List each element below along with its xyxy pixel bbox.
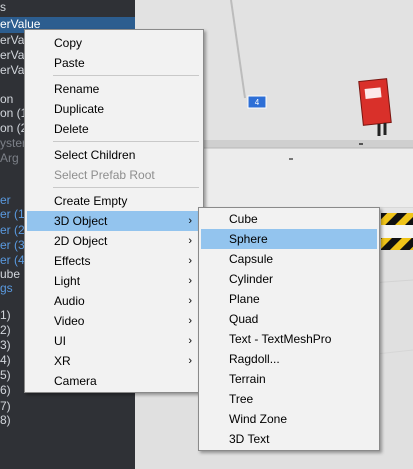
submenu-item-sphere[interactable]: Sphere bbox=[201, 229, 377, 249]
submenu-item-label: Cylinder bbox=[229, 272, 274, 286]
menu-item-label: Audio bbox=[54, 294, 85, 308]
hierarchy-item[interactable]: 8) bbox=[0, 413, 135, 428]
submenu-item-text-textmeshpro[interactable]: Text - TextMeshPro bbox=[201, 329, 377, 349]
menu-item-label: Effects bbox=[54, 254, 91, 268]
menu-item-duplicate[interactable]: Duplicate bbox=[27, 99, 201, 119]
menu-separator bbox=[53, 141, 199, 142]
hierarchy-item[interactable]: 7) bbox=[0, 399, 135, 414]
menu-item-label: Create Empty bbox=[54, 194, 128, 208]
marker-sign-label: 4 bbox=[255, 98, 260, 107]
submenu-item-label: Quad bbox=[229, 312, 259, 326]
menu-item-paste[interactable]: Paste bbox=[27, 53, 201, 73]
3d-object-submenu: Cube Sphere Capsule Cylinder Plane Quad Text -… bbox=[198, 207, 380, 451]
menu-item-label: 2D Object bbox=[54, 234, 108, 248]
submenu-item-label: Cube bbox=[229, 212, 258, 226]
submenu-item-label: Tree bbox=[229, 392, 254, 406]
submenu-item-label: Ragdoll... bbox=[229, 352, 280, 366]
menu-item-label: Rename bbox=[54, 82, 100, 96]
menu-item-label: Light bbox=[54, 274, 81, 288]
chevron-right-icon: › bbox=[188, 235, 192, 247]
menu-item-xr[interactable]: XR › bbox=[27, 351, 201, 371]
submenu-item-label: Sphere bbox=[229, 232, 268, 246]
menu-item-video[interactable]: Video › bbox=[27, 311, 201, 331]
menu-item-label: 3D Object bbox=[54, 214, 108, 228]
submenu-item-tree[interactable]: Tree bbox=[201, 389, 377, 409]
submenu-item-terrain[interactable]: Terrain bbox=[201, 369, 377, 389]
menu-item-2d-object[interactable]: 2D Object › bbox=[27, 231, 201, 251]
chevron-right-icon: › bbox=[188, 255, 192, 267]
submenu-item-3d-text[interactable]: 3D Text bbox=[201, 429, 377, 449]
submenu-item-label: Plane bbox=[229, 292, 260, 306]
menu-item-label: Video bbox=[54, 314, 85, 328]
menu-item-label: Delete bbox=[54, 122, 89, 136]
context-menu: Copy Paste Rename Duplicate Delete Select Chi… bbox=[24, 29, 204, 393]
menu-item-ui[interactable]: UI › bbox=[27, 331, 201, 351]
submenu-item-cylinder[interactable]: Cylinder bbox=[201, 269, 377, 289]
menu-item-rename[interactable]: Rename bbox=[27, 79, 201, 99]
menu-item-light[interactable]: Light › bbox=[27, 271, 201, 291]
submenu-item-label: Wind Zone bbox=[229, 412, 288, 426]
submenu-item-label: 3D Text bbox=[229, 432, 270, 446]
chevron-right-icon: › bbox=[188, 355, 192, 367]
menu-separator bbox=[53, 75, 199, 76]
menu-item-delete[interactable]: Delete bbox=[27, 119, 201, 139]
menu-separator bbox=[53, 187, 199, 188]
submenu-item-capsule[interactable]: Capsule bbox=[201, 249, 377, 269]
menu-item-camera[interactable]: Camera bbox=[27, 371, 201, 391]
menu-item-label: Duplicate bbox=[54, 102, 105, 116]
submenu-item-quad[interactable]: Quad bbox=[201, 309, 377, 329]
submenu-item-wind-zone[interactable]: Wind Zone bbox=[201, 409, 377, 429]
submenu-item-cube[interactable]: Cube bbox=[201, 209, 377, 229]
chevron-right-icon: › bbox=[188, 335, 192, 347]
chevron-right-icon: › bbox=[188, 215, 192, 227]
menu-item-audio[interactable]: Audio › bbox=[27, 291, 201, 311]
chevron-right-icon: › bbox=[188, 275, 192, 287]
menu-item-copy[interactable]: Copy bbox=[27, 33, 201, 53]
submenu-item-label: Terrain bbox=[229, 372, 266, 386]
menu-item-create-empty[interactable]: Create Empty bbox=[27, 191, 201, 211]
submenu-item-label: Capsule bbox=[229, 252, 274, 266]
menu-item-label: Camera bbox=[54, 374, 97, 388]
chevron-right-icon: › bbox=[188, 295, 192, 307]
menu-item-label: Select Prefab Root bbox=[54, 168, 155, 182]
menu-item-label: Copy bbox=[54, 36, 83, 50]
menu-item-select-prefab-root[interactable]: Select Prefab Root bbox=[27, 165, 201, 185]
menu-item-select-children[interactable]: Select Children bbox=[27, 145, 201, 165]
hierarchy-item[interactable]: s bbox=[0, 0, 135, 15]
menu-item-3d-object[interactable]: 3D Object › bbox=[27, 211, 201, 231]
submenu-item-plane[interactable]: Plane bbox=[201, 289, 377, 309]
chevron-right-icon: › bbox=[188, 315, 192, 327]
menu-item-label: Paste bbox=[54, 56, 85, 70]
menu-item-label: Select Children bbox=[54, 148, 136, 162]
submenu-item-ragdoll[interactable]: Ragdoll... bbox=[201, 349, 377, 369]
menu-item-label: UI bbox=[54, 334, 66, 348]
menu-item-effects[interactable]: Effects › bbox=[27, 251, 201, 271]
hazard-stripe bbox=[381, 213, 413, 225]
menu-item-label: XR bbox=[54, 354, 71, 368]
submenu-item-label: Text - TextMeshPro bbox=[229, 332, 332, 346]
